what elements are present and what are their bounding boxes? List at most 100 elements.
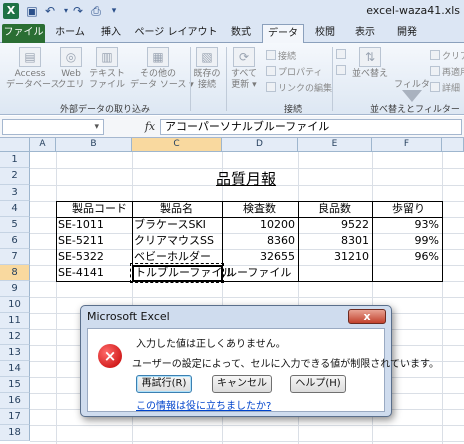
group-label-sort-filter: 並べ替えとフィルター — [370, 105, 460, 115]
tab-home[interactable]: ホーム — [52, 24, 88, 43]
undo-icon[interactable]: ↶ — [42, 3, 58, 19]
select-all-corner[interactable] — [0, 138, 30, 152]
table-cell[interactable]: 8301 — [298, 233, 369, 249]
tab-data[interactable]: データ — [262, 24, 304, 44]
refresh-all-button[interactable]: ⟳ すべて 更新 ▾ — [228, 47, 260, 91]
grid-line — [442, 152, 443, 444]
sort-button[interactable]: ⇅ 並べ替え — [352, 47, 388, 80]
other-sources-button[interactable]: ▦ その他の データ ソース ▾ — [130, 47, 194, 91]
tab-view[interactable]: 表示 — [350, 24, 380, 43]
table-cell[interactable]: SE-5322 — [58, 249, 104, 265]
row-header-14[interactable]: 14 — [0, 361, 30, 377]
row-header-2[interactable]: 2 — [0, 168, 30, 185]
row-header-8[interactable]: 8 — [0, 265, 30, 281]
text-file-button[interactable]: ▥ テキスト ファイル — [88, 47, 126, 91]
sort-za-icon — [336, 65, 346, 75]
ribbon-separator — [190, 47, 191, 111]
row-header-3[interactable]: 3 — [0, 185, 30, 201]
save-icon[interactable]: ▣ — [24, 3, 40, 19]
connections-button[interactable]: 接続 — [266, 49, 296, 62]
retry-button[interactable]: 再試行(R) — [136, 375, 192, 393]
column-header-c[interactable]: C — [132, 138, 222, 152]
web-icon: ◎ — [60, 47, 82, 67]
edit-links-button[interactable]: リンクの編集 — [266, 81, 332, 94]
table-cell[interactable]: 96% — [372, 249, 439, 265]
properties-button[interactable]: プロパティ — [266, 65, 322, 78]
reapply-button[interactable]: 再適用 — [430, 65, 464, 78]
header-yield: 歩留り — [392, 202, 425, 215]
table-cell[interactable]: SE-5211 — [58, 233, 104, 249]
ribbon-tabs: ファイル ホーム 挿入 ページ レイアウト 数式 データ 校閲 表示 開発 — [0, 22, 464, 44]
tab-page-layout[interactable]: ページ レイアウト — [134, 24, 218, 43]
row-header-5[interactable]: 5 — [0, 217, 30, 233]
table-cell[interactable]: 10200 — [222, 217, 295, 233]
tab-developer[interactable]: 開発 — [392, 24, 422, 43]
tab-insert[interactable]: 挿入 — [96, 24, 126, 43]
filter-button[interactable]: フィルター — [394, 80, 439, 91]
customize-qat-icon[interactable]: ▾ — [106, 3, 122, 19]
grid-line — [30, 297, 464, 298]
existing-connections-button[interactable]: ▧ 既存の 接続 — [192, 47, 222, 91]
row-header-6[interactable]: 6 — [0, 233, 30, 249]
column-header-e[interactable]: E — [298, 138, 372, 152]
sort-za-button[interactable] — [336, 65, 348, 77]
table-cell[interactable]: SE-1011 — [58, 217, 104, 233]
row-header-16[interactable]: 16 — [0, 393, 30, 409]
help-button[interactable]: ヘルプ(H) — [290, 375, 346, 393]
tab-formulas[interactable]: 数式 — [226, 24, 256, 43]
table-cell[interactable]: 99% — [372, 233, 439, 249]
web-query-button[interactable]: ◎ Web クエリ — [56, 47, 86, 91]
dialog-title: Microsoft Excel — [87, 310, 170, 323]
edit-links-icon — [266, 82, 276, 92]
row-header-17[interactable]: 17 — [0, 409, 30, 425]
tab-review[interactable]: 校閲 — [310, 24, 340, 43]
row-header-11[interactable]: 11 — [0, 313, 30, 329]
column-header-g[interactable] — [442, 138, 464, 152]
name-box[interactable]: ▾ — [2, 119, 104, 135]
table-cell[interactable]: 32655 — [222, 249, 295, 265]
filter-icon — [402, 90, 422, 102]
window-title: excel-waza41.xls — [366, 4, 460, 17]
sort-az-button[interactable] — [336, 49, 348, 61]
formula-bar: ▾ fx アコーパーソナルブルーファイル — [0, 116, 464, 138]
column-header-a[interactable]: A — [30, 138, 56, 152]
row-header-9[interactable]: 9 — [0, 281, 30, 297]
row-header-13[interactable]: 13 — [0, 345, 30, 361]
table-cell[interactable]: クリアマウスSS — [134, 233, 214, 249]
clear-filter-button[interactable]: クリア — [430, 49, 464, 62]
print-preview-icon[interactable]: ⎙ — [88, 3, 104, 19]
row-header-18[interactable]: 18 — [0, 425, 30, 441]
dialog-message-2: ユーザーの設定によって、セルに入力できる値が制限されています。 — [132, 359, 439, 370]
row-header-7[interactable]: 7 — [0, 249, 30, 265]
dialog-message-1: 入力した値は正しくありません。 — [136, 339, 286, 350]
clear-filter-icon — [430, 50, 440, 60]
fx-icon[interactable]: fx — [142, 119, 158, 135]
row-header-10[interactable]: 10 — [0, 297, 30, 313]
feedback-link[interactable]: この情報は役に立ちましたか? — [136, 397, 271, 412]
row-header-1[interactable]: 1 — [0, 152, 30, 168]
redo-icon[interactable]: ↷ — [70, 3, 86, 19]
table-cell[interactable]: 31210 — [298, 249, 369, 265]
formula-input[interactable]: アコーパーソナルブルーファイル — [160, 119, 462, 135]
column-header-d[interactable]: D — [222, 138, 298, 152]
tab-file[interactable]: ファイル — [2, 24, 45, 43]
excel-logo-icon[interactable]: X — [3, 3, 19, 19]
table-cell[interactable]: 93% — [372, 217, 439, 233]
table-cell[interactable]: 9522 — [298, 217, 369, 233]
table-cell[interactable]: 8360 — [222, 233, 295, 249]
table-cell[interactable]: SE-4141 — [58, 265, 104, 281]
sort-az-icon — [336, 49, 346, 59]
row-header-4[interactable]: 4 — [0, 201, 30, 217]
access-database-button[interactable]: ▤ Access データベース — [6, 47, 60, 91]
header-inspected: 検査数 — [243, 202, 276, 215]
column-header-f[interactable]: F — [372, 138, 442, 152]
advanced-filter-button[interactable]: 詳細 — [430, 81, 460, 94]
row-header-15[interactable]: 15 — [0, 377, 30, 393]
table-cell[interactable]: ブラケースSKI — [134, 217, 206, 233]
dialog-close-button[interactable]: x — [348, 309, 386, 324]
properties-icon — [266, 66, 276, 76]
connections-icon — [266, 50, 276, 60]
column-header-b[interactable]: B — [56, 138, 132, 152]
row-header-12[interactable]: 12 — [0, 329, 30, 345]
cancel-button[interactable]: キャンセル — [212, 375, 272, 393]
